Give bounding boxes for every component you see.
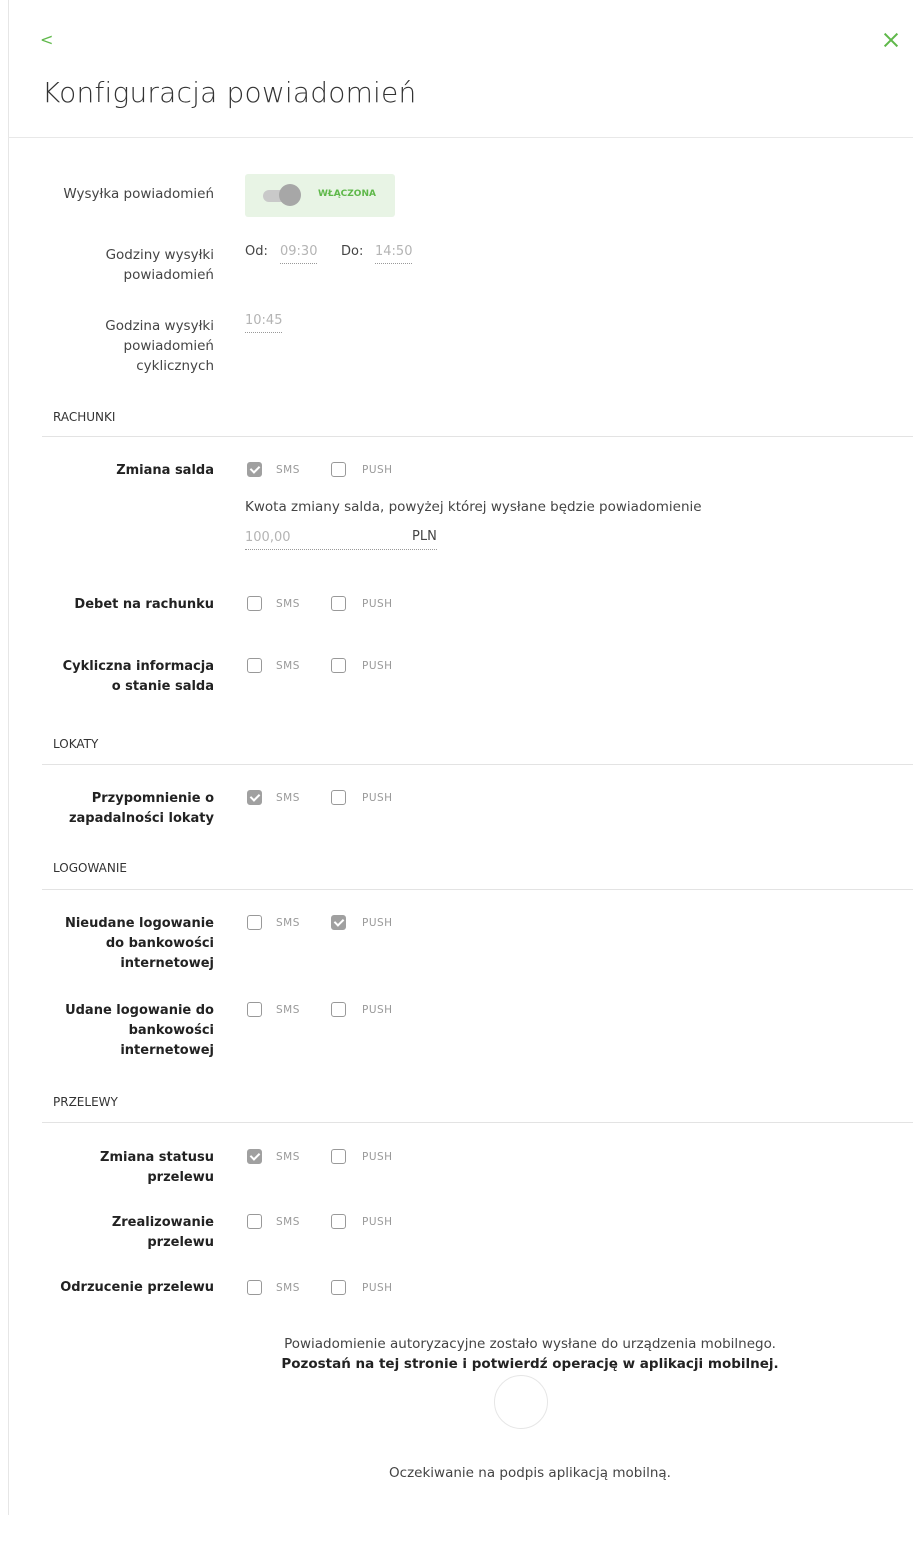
cyclic-label-line: Godzina wysyłki [105,318,214,334]
label-line: przelewu [147,1170,214,1185]
from-label: Od: [245,244,268,259]
row-label-nieudane: Nieudane logowanie do bankowości interne… [65,914,214,974]
authorization-notice: Powiadomienie autoryzacyjne zostało wysł… [220,1334,840,1374]
push-checkbox-zmiana-salda[interactable] [331,462,346,477]
label-line: o stanie salda [111,679,214,694]
label-line: zapadalności lokaty [68,811,214,826]
section-divider [42,889,913,890]
left-border [8,0,9,1515]
hours-label: Godziny wysyłki powiadomień [106,245,214,285]
sms-label: SMS [276,598,300,610]
label-line: Przypomnienie o [91,791,214,806]
push-label: PUSH [362,598,393,610]
sms-label: SMS [276,660,300,672]
push-label: PUSH [362,792,393,804]
row-label-debet: Debet na rachunku [74,597,214,612]
balance-change-description: Kwota zmiany salda, powyżej której wysła… [245,499,702,515]
row-label-zrealizowanie: Zrealizowanie przelewu [112,1213,214,1253]
sms-label: SMS [276,1282,300,1294]
notice-line: Powiadomienie autoryzacyjne zostało wysł… [284,1336,776,1352]
loading-spinner-icon [494,1375,548,1429]
close-icon[interactable] [883,32,899,48]
push-checkbox-odrzucenie[interactable] [331,1280,346,1295]
back-icon[interactable]: < [40,30,53,49]
to-label: Do: [341,244,364,259]
toggle-state-label: WŁĄCZONA [318,189,376,199]
row-label-udane: Udane logowanie do bankowości internetow… [65,1001,214,1061]
push-checkbox-przypomnienie[interactable] [331,790,346,805]
section-divider [42,436,913,437]
to-time-input[interactable]: 14:50 [375,244,413,264]
section-rachunki: RACHUNKI [53,410,116,424]
row-label-status: Zmiana statusu przelewu [100,1148,214,1188]
sending-toggle[interactable]: WŁĄCZONA [245,174,395,217]
cyclic-label-line: cyklicznych [136,358,214,374]
push-label: PUSH [362,1282,393,1294]
notice-line-bold: Pozostań na tej stronie i potwierdź oper… [220,1354,840,1374]
sms-label: SMS [276,464,300,476]
sms-label: SMS [276,1151,300,1163]
sms-label: SMS [276,1004,300,1016]
section-divider [42,764,913,765]
section-logowanie: LOGOWANIE [53,861,127,875]
label-line: Zrealizowanie [111,1215,214,1230]
section-divider [42,1122,913,1123]
row-label-cykliczna: Cykliczna informacja o stanie salda [63,657,214,697]
push-checkbox-nieudane[interactable] [331,915,346,930]
push-label: PUSH [362,1216,393,1228]
sms-checkbox-odrzucenie[interactable] [247,1280,262,1295]
sms-checkbox-cykliczna[interactable] [247,658,262,673]
row-label-zmiana-salda: Zmiana salda [116,463,214,478]
sending-label: Wysyłka powiadomień [63,186,214,202]
waiting-message: Oczekiwanie na podpis aplikacją mobilną. [389,1465,671,1481]
push-label: PUSH [362,464,393,476]
label-line: internetowej [120,956,214,971]
currency-label: PLN [412,529,437,544]
from-time-input[interactable]: 09:30 [280,244,318,264]
sms-label: SMS [276,792,300,804]
label-line: do bankowości [105,936,214,951]
push-label: PUSH [362,1151,393,1163]
notice-bold-text: Pozostań na tej stronie i potwierdź oper… [281,1356,779,1372]
push-label: PUSH [362,917,393,929]
label-line: przelewu [147,1235,214,1250]
sms-checkbox-zmiana-salda[interactable] [247,462,262,477]
sms-checkbox-debet[interactable] [247,596,262,611]
toggle-knob[interactable] [279,184,301,206]
section-przelewy: PRZELEWY [53,1095,118,1109]
row-label-odrzucenie: Odrzucenie przelewu [60,1280,214,1295]
page-title: Konfiguracja powiadomień [42,76,417,109]
sms-checkbox-przypomnienie[interactable] [247,790,262,805]
sms-checkbox-nieudane[interactable] [247,915,262,930]
sms-label: SMS [276,1216,300,1228]
push-checkbox-status[interactable] [331,1149,346,1164]
cyclic-label-line: powiadomień [123,338,215,354]
sms-checkbox-udane[interactable] [247,1002,262,1017]
label-line: Udane logowanie do [65,1003,214,1018]
hours-label-line: powiadomień [123,267,215,283]
cyclic-hour-label: Godzina wysyłki powiadomień cyklicznych [105,316,214,376]
balance-amount-input[interactable]: 100,00 [245,530,437,550]
label-line: Cykliczna informacja [62,659,214,674]
push-checkbox-zrealizowanie[interactable] [331,1214,346,1229]
cyclic-time-input[interactable]: 10:45 [245,313,283,333]
label-line: Zmiana statusu [100,1150,214,1165]
section-lokaty: LOKATY [53,737,99,751]
sms-checkbox-zrealizowanie[interactable] [247,1214,262,1229]
sms-label: SMS [276,917,300,929]
label-line: internetowej [120,1043,214,1058]
push-label: PUSH [362,660,393,672]
push-checkbox-cykliczna[interactable] [331,658,346,673]
header-divider [8,137,913,138]
label-line: bankowości [128,1023,214,1038]
push-checkbox-udane[interactable] [331,1002,346,1017]
label-line: Nieudane logowanie [64,916,214,931]
hours-label-line: Godziny wysyłki [105,247,214,263]
row-label-przypomnienie: Przypomnienie o zapadalności lokaty [69,789,214,829]
sms-checkbox-status[interactable] [247,1149,262,1164]
push-checkbox-debet[interactable] [331,596,346,611]
push-label: PUSH [362,1004,393,1016]
